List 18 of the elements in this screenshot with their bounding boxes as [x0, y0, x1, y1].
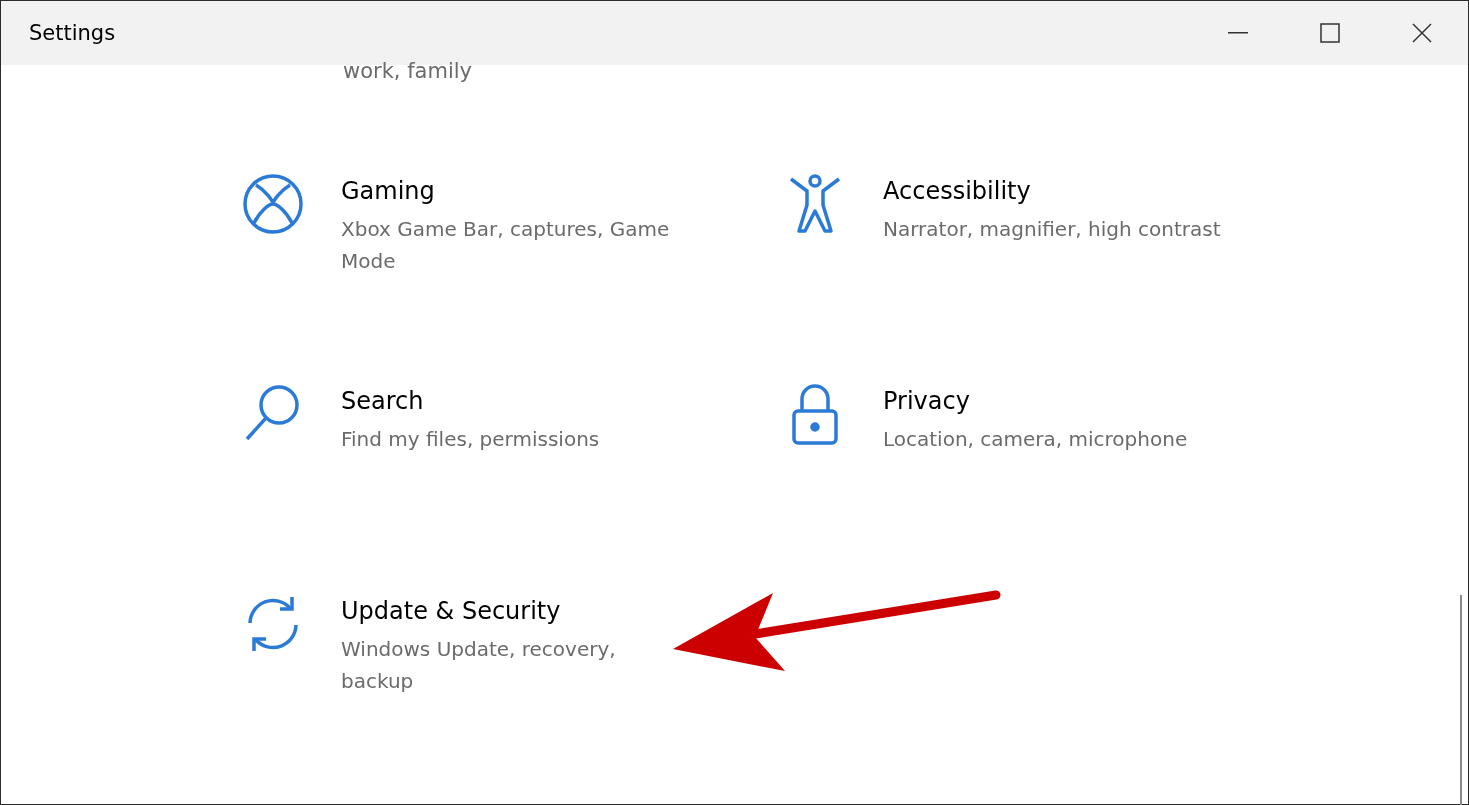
category-title[interactable]: Accessibility [883, 177, 1233, 205]
maximize-icon [1320, 23, 1340, 43]
category-title[interactable]: Privacy [883, 387, 1233, 415]
category-description: Find my files, permissions [341, 426, 601, 453]
category-description: Location, camera, microphone [883, 426, 1189, 453]
close-icon [1412, 23, 1432, 43]
xbox-logo-icon [242, 173, 304, 235]
person-icon [787, 173, 843, 235]
category-title[interactable]: Update & Security [341, 597, 691, 625]
minimize-icon [1228, 32, 1248, 34]
category-description: Xbox Game Bar, captures, Game Mode [341, 216, 671, 275]
category-description: Narrator, magnifier, high contrast [883, 216, 1222, 243]
category-description: Windows Update, recovery, backup [341, 636, 617, 695]
category-title[interactable]: Gaming [341, 177, 691, 205]
padlock-icon [790, 383, 840, 447]
scrollbar[interactable] [1460, 595, 1462, 805]
window-title: Settings [29, 21, 117, 45]
category-title[interactable]: Search [341, 387, 691, 415]
